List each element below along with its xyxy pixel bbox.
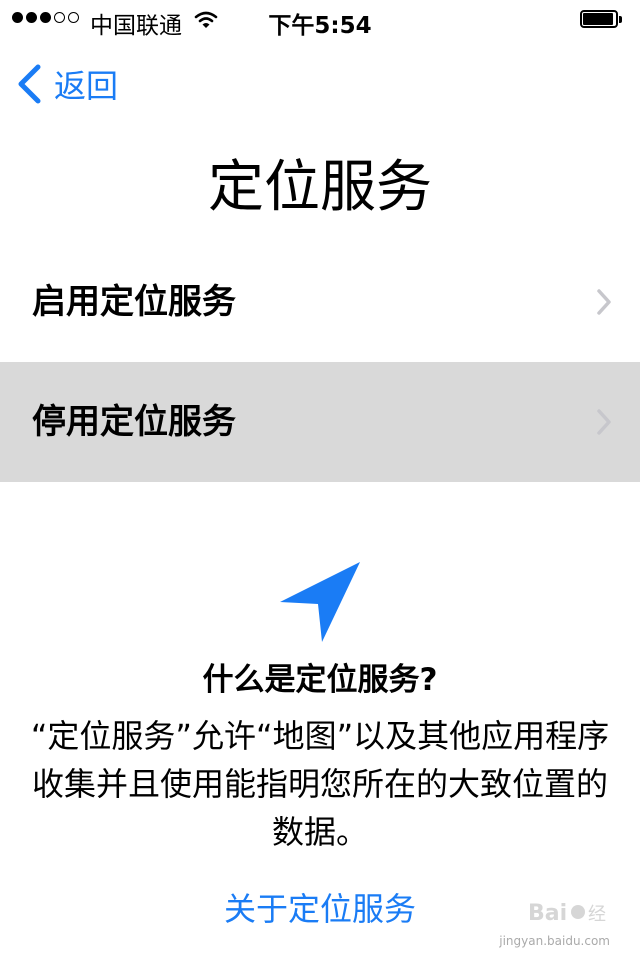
page-title: 定位服务 bbox=[208, 155, 432, 220]
row-label: 停用定位服务 bbox=[32, 402, 236, 442]
chevron-right-icon bbox=[597, 289, 611, 315]
back-label: 返回 bbox=[54, 67, 119, 105]
status-time: 下午5:54 bbox=[268, 13, 372, 39]
chevron-right-icon bbox=[597, 409, 611, 435]
baidu-watermark-logo: Bai 经 bbox=[528, 901, 606, 926]
disable-location-row[interactable]: 停用定位服务 bbox=[0, 362, 640, 482]
back-button[interactable]: 返回 bbox=[14, 62, 118, 106]
svg-text:经: 经 bbox=[588, 904, 606, 925]
location-arrow-icon bbox=[280, 562, 360, 642]
enable-location-row[interactable]: 启用定位服务 bbox=[0, 242, 640, 362]
watermark-url: jingyan.baidu.com bbox=[499, 934, 610, 948]
chevron-left-icon bbox=[18, 64, 41, 104]
status-bar: 中国联通 下午5:54 bbox=[0, 0, 640, 40]
svg-text:Bai: Bai bbox=[528, 901, 567, 926]
battery-icon bbox=[580, 10, 624, 30]
row-label: 启用定位服务 bbox=[32, 282, 236, 322]
info-description: “定位服务”允许“地图”以及其他应用程序收集并且使用能指明您所在的大致位置的数据… bbox=[30, 717, 610, 851]
info-heading: 什么是定位服务? bbox=[202, 662, 438, 698]
